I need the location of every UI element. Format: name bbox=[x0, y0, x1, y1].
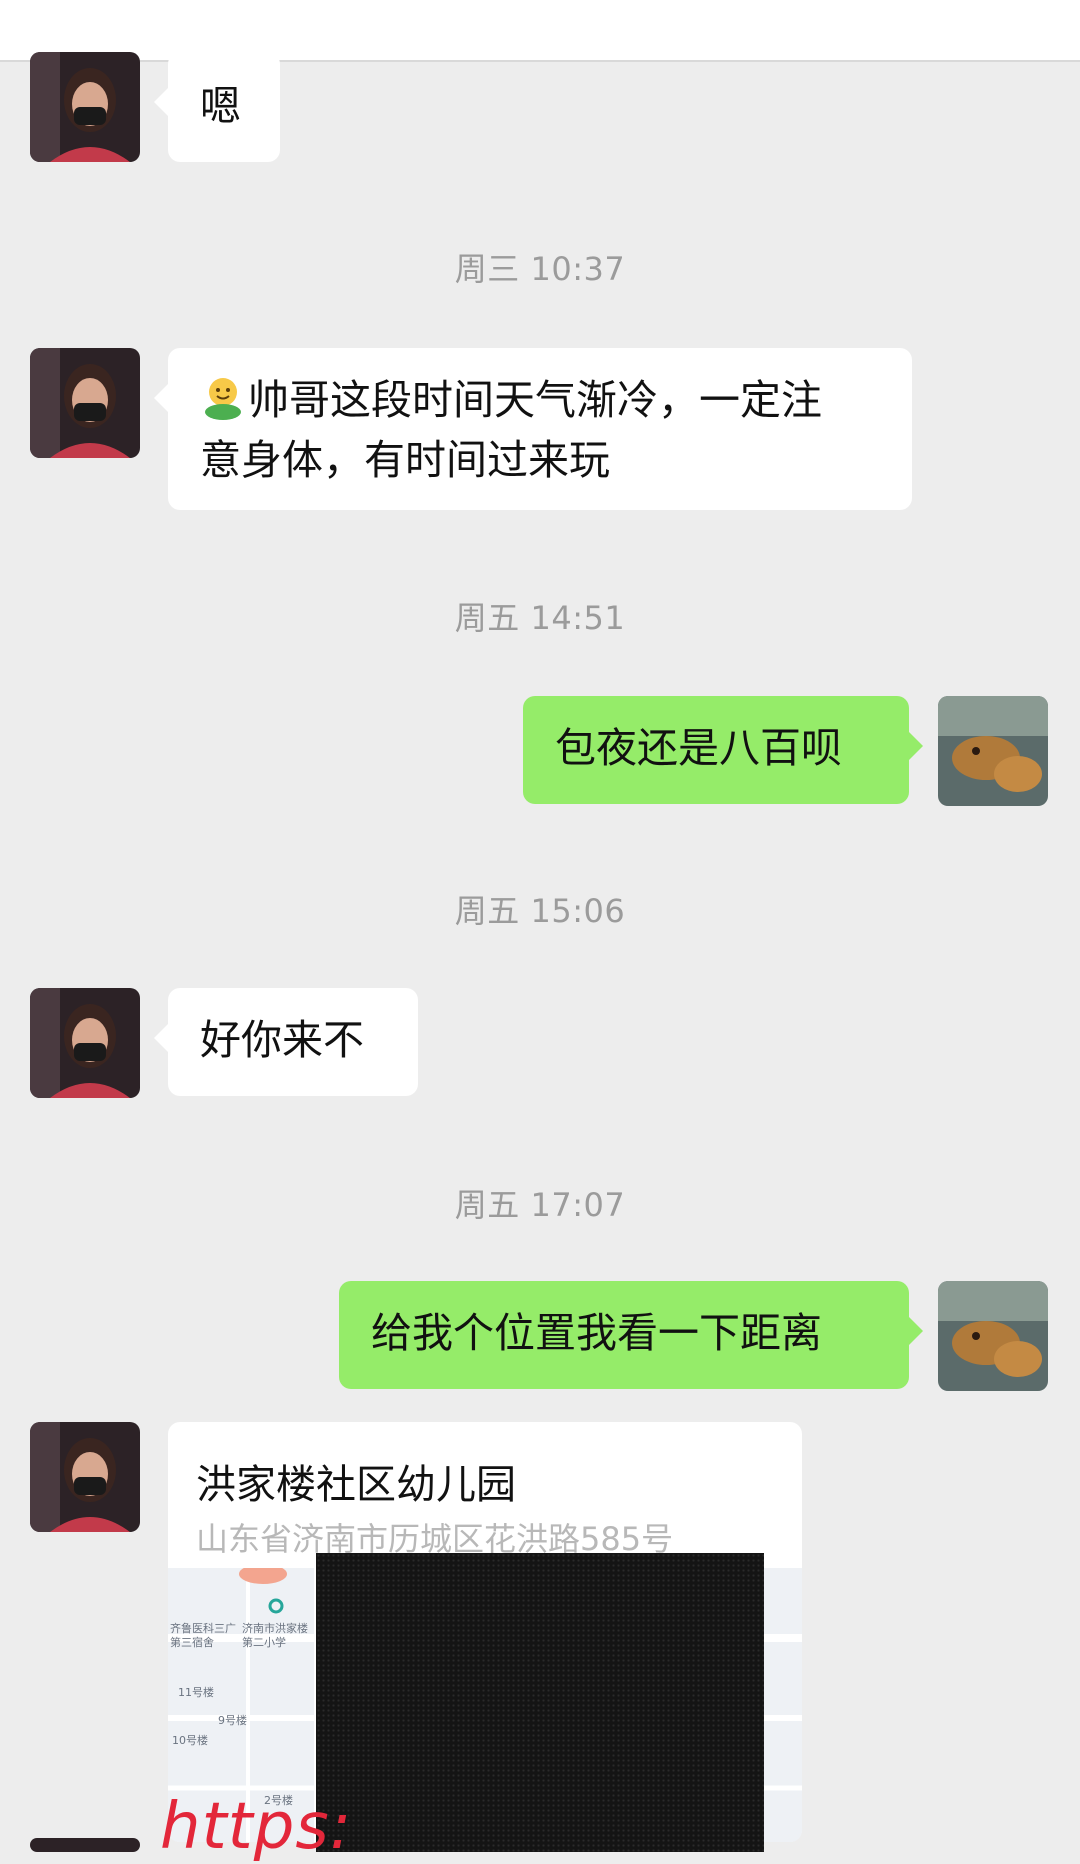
message-text-line2: 意身体，有时间过来玩 bbox=[200, 436, 610, 484]
timestamp: 周三 10:37 bbox=[454, 250, 626, 288]
message-bubble-incoming[interactable]: 嗯 bbox=[154, 52, 280, 162]
map-label: 齐鲁医科三广第三宿舍 bbox=[170, 1622, 236, 1649]
message-bubble-outgoing[interactable]: 包夜还是八百呗 bbox=[523, 696, 923, 804]
contact-avatar[interactable] bbox=[30, 1838, 140, 1852]
message-bubble-incoming[interactable]: 帅哥这段时间天气渐冷，一定注 意身体，有时间过来玩 bbox=[154, 348, 912, 510]
message-bubble-outgoing[interactable]: 给我个位置我看一下距离 bbox=[339, 1281, 923, 1389]
location-title: 洪家楼社区幼儿园 bbox=[196, 1462, 516, 1508]
timestamp: 周五 14:51 bbox=[454, 599, 626, 637]
user-avatar[interactable] bbox=[938, 1281, 1048, 1391]
smiley-hug-emoji-icon bbox=[205, 378, 241, 420]
user-avatar[interactable] bbox=[938, 696, 1048, 806]
message-text: 嗯 bbox=[200, 82, 241, 130]
timestamp: 周五 17:07 bbox=[454, 1186, 626, 1224]
timestamp: 周五 15:06 bbox=[454, 892, 626, 930]
map-label: 9号楼 bbox=[218, 1714, 247, 1727]
contact-avatar[interactable] bbox=[30, 348, 140, 458]
map-label: 10号楼 bbox=[172, 1734, 208, 1747]
map-label: 11号楼 bbox=[178, 1686, 214, 1699]
contact-avatar[interactable] bbox=[30, 52, 140, 162]
message-text: 好你来不 bbox=[200, 1016, 364, 1064]
map-label: 济南市洪家楼第二小学 bbox=[242, 1622, 308, 1649]
redaction-block bbox=[316, 1553, 764, 1852]
watermark-text: https: bbox=[160, 1790, 353, 1864]
message-bubble-incoming[interactable]: 好你来不 bbox=[154, 988, 418, 1096]
message-text: 给我个位置我看一下距离 bbox=[371, 1309, 822, 1357]
contact-avatar[interactable] bbox=[30, 1422, 140, 1532]
message-text: 包夜还是八百呗 bbox=[555, 724, 842, 772]
top-bar bbox=[0, 0, 1080, 62]
message-text-line1: 帅哥这段时间天气渐冷，一定注 bbox=[248, 376, 822, 424]
contact-avatar[interactable] bbox=[30, 988, 140, 1098]
